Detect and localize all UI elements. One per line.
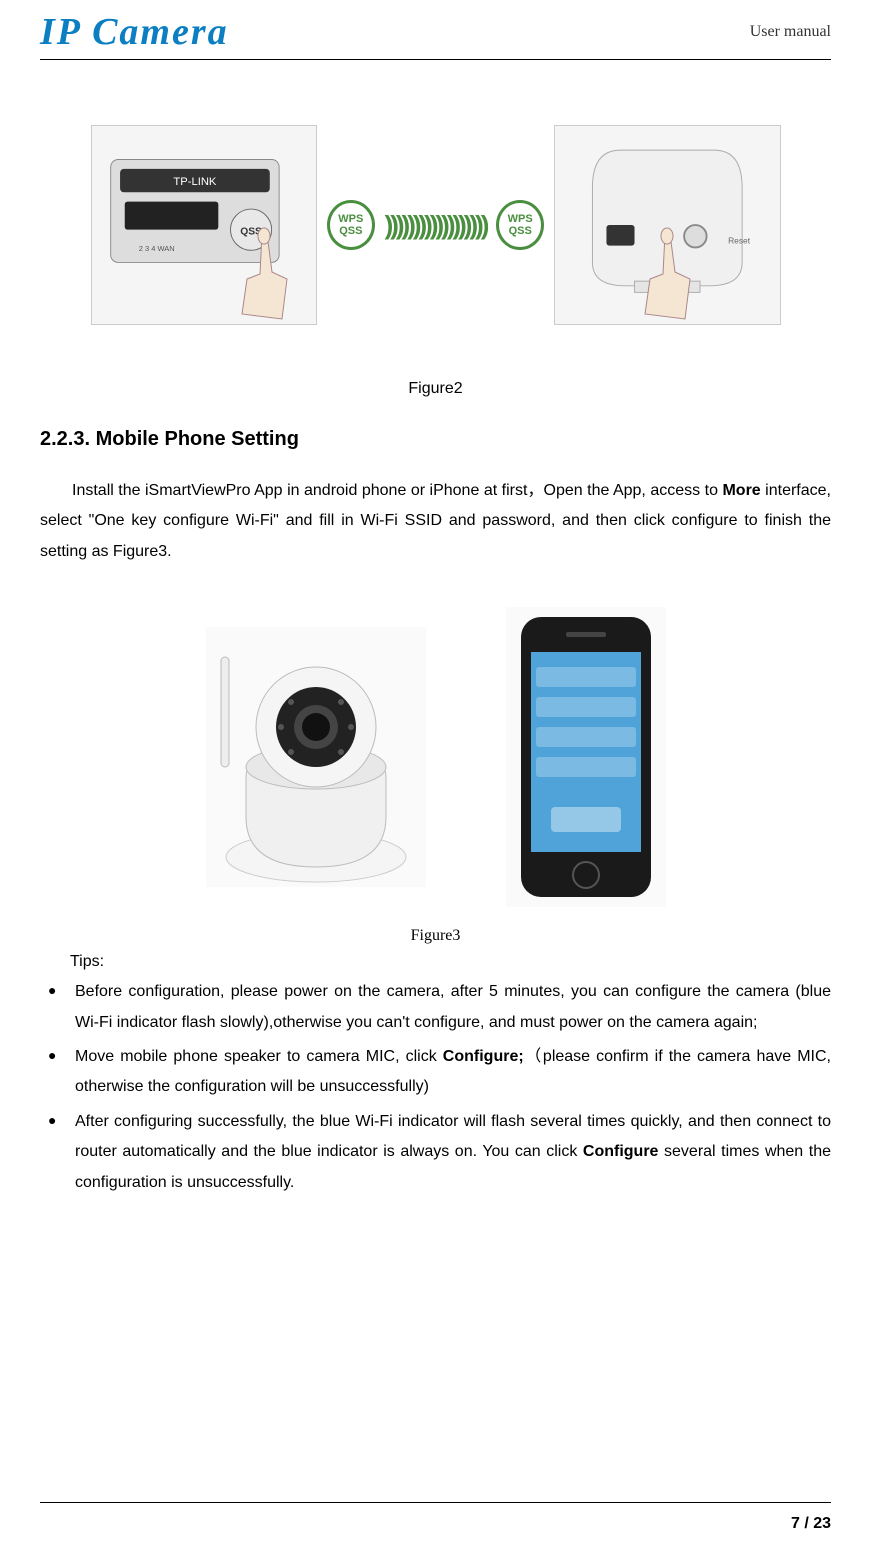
phone-image — [506, 607, 666, 907]
svg-text:Reset: Reset — [728, 236, 751, 246]
figure2-image: TP-LINK QSS 2 3 4 WAN WPS QSS ))))))))))… — [40, 80, 831, 370]
tips-label: Tips: — [70, 953, 831, 971]
list-item: Before configuration, please power on th… — [40, 977, 831, 1038]
list-item: Move mobile phone speaker to camera MIC,… — [40, 1042, 831, 1103]
camera-front-image — [206, 627, 426, 887]
item-text-bold: Configure — [583, 1143, 659, 1160]
figure3-caption: Figure3 — [40, 927, 831, 945]
tips-list: Before configuration, please power on th… — [40, 977, 831, 1198]
header-right-text: User manual — [750, 23, 831, 41]
camera-back-image: Reset — [554, 125, 781, 325]
para-text-bold: More — [722, 482, 760, 499]
item-text-pre: Move mobile phone speaker to camera MIC,… — [75, 1048, 443, 1065]
footer-line — [40, 1502, 831, 1503]
hand-icon — [615, 224, 715, 344]
badge-text-wps: WPS — [508, 213, 533, 225]
badge-text-qss: QSS — [339, 225, 362, 237]
section-paragraph: Install the iSmartViewPro App in android… — [40, 476, 831, 567]
logo: IP Camera — [40, 10, 229, 54]
figure2-caption: Figure2 — [40, 380, 831, 398]
figure3-image — [40, 597, 831, 917]
hand-icon — [212, 224, 312, 344]
router-image: TP-LINK QSS 2 3 4 WAN — [91, 125, 318, 325]
signal-waves-icon: )))))))))))))))))) — [385, 210, 487, 241]
para-text-pre: Install the iSmartViewPro App in android… — [72, 482, 722, 499]
badge-text-qss: QSS — [509, 225, 532, 237]
section-heading: 2.2.3. Mobile Phone Setting — [40, 428, 831, 451]
item-text-bold: Configure; — [443, 1048, 524, 1065]
page-number: 7 / 23 — [791, 1515, 831, 1533]
wps-qss-badge-left: WPS QSS — [327, 200, 375, 250]
badge-text-wps: WPS — [338, 213, 363, 225]
header: IP Camera User manual — [40, 0, 831, 60]
list-item: After configuring successfully, the blue… — [40, 1107, 831, 1198]
wps-qss-badge-right: WPS QSS — [496, 200, 544, 250]
svg-text:TP-LINK: TP-LINK — [173, 176, 217, 188]
svg-text:2 3 4 WAN: 2 3 4 WAN — [138, 244, 174, 253]
item-text-pre: Before configuration, please power on th… — [75, 983, 831, 1030]
